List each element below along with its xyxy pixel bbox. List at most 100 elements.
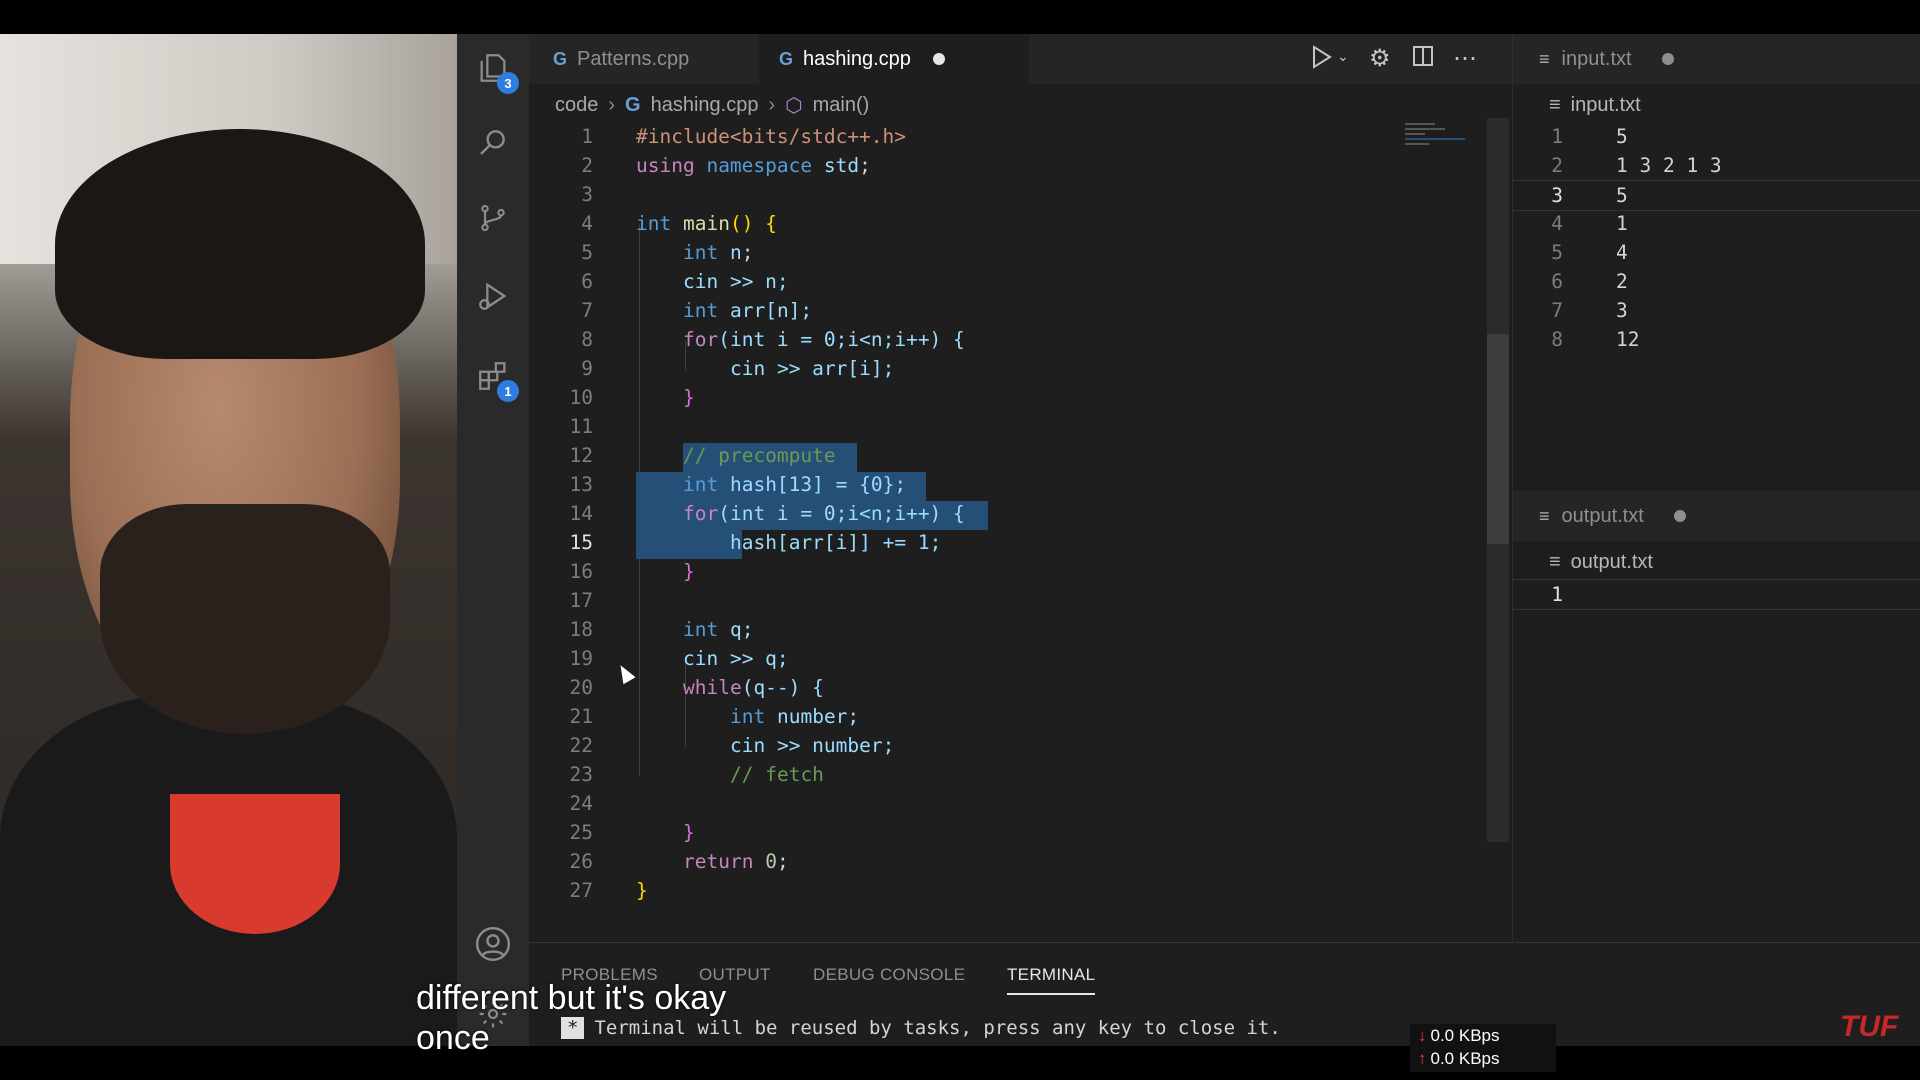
code-line: 25} [529,818,1512,847]
search-icon[interactable] [473,122,513,162]
code-text: for(int i = 0;i<n;i++) { [683,325,965,354]
code-token: (q--) { [741,676,824,699]
code-editor[interactable]: 1 #include<bits/stdc++.h> 2 using namespac… [529,122,1512,962]
run-icon[interactable] [1311,44,1333,77]
line-number: 15 [569,531,593,554]
line-number: 11 [569,415,593,438]
line-number: 25 [569,821,593,844]
line-number: 16 [569,560,593,583]
tab-hashing-cpp[interactable]: G hashing.cpp [759,34,1029,84]
video-caption: different but it's okay once [416,978,726,1058]
line-number: 7 [1551,299,1563,322]
breadcrumb-folder[interactable]: code [555,94,598,117]
code-line: 9 cin >> arr[i]; [529,354,1512,383]
line-number: 1 [1551,125,1563,148]
text-file-icon: ≡ [1549,93,1561,116]
code-token: int [636,212,672,235]
code-token: n [729,241,742,264]
c-plus-plus-icon: G [625,93,641,116]
line-number: 18 [569,618,593,641]
code-text: hash[arr[i]] += 1; [730,531,942,554]
tab-patterns-cpp[interactable]: G Patterns.cpp [553,34,753,84]
account-icon[interactable] [473,924,513,964]
code-text: using namespace std; [636,154,871,177]
line-number: 4 [1551,212,1563,235]
tab-terminal[interactable]: TERMINAL [1007,965,1096,995]
split-editor-icon[interactable] [1411,44,1435,75]
code-line: 27} [529,876,1512,905]
code-line: 1 #include<bits/stdc++.h> [529,122,1512,151]
video-top-band [0,0,1920,34]
code-line: 13 int hash[13] = {0}; [529,470,1512,499]
presenter-hair [55,129,425,359]
tab-input-txt[interactable]: ≡ input.txt [1513,34,1920,84]
code-text: } [683,560,695,583]
caption-line: once [416,1019,490,1057]
source-control-icon[interactable] [473,198,513,238]
breadcrumb-file[interactable]: hashing.cpp [651,94,759,117]
line-number: 6 [581,270,593,293]
code-text: // fetch [730,763,824,786]
line-number: 22 [569,734,593,757]
line-text: 1 3 2 1 3 [1616,154,1722,177]
extensions-icon[interactable]: 1 [473,356,519,402]
code-text: int number; [730,702,859,731]
line-text: 4 [1616,241,1628,264]
code-token: for [683,502,719,525]
chevron-down-icon[interactable]: ⌄ [1337,48,1349,65]
code-text: } [683,821,695,844]
breadcrumb-file[interactable]: output.txt [1571,551,1653,574]
code-line: 23 // fetch [529,760,1512,789]
editor-scrollbar-thumb[interactable] [1487,334,1509,544]
line-number: 8 [1551,328,1563,351]
code-text: int q; [683,615,753,644]
line-number: 6 [1551,270,1563,293]
minimap[interactable] [1405,120,1465,180]
unsaved-dot-icon[interactable] [1673,510,1686,522]
code-line: 10} [529,383,1512,412]
breadcrumb: code › G hashing.cpp › ⬡ main() [555,88,869,122]
tab-debug-console[interactable]: DEBUG CONSOLE [813,965,965,985]
more-actions-icon[interactable]: ⋯ [1453,44,1477,73]
breadcrumb-file[interactable]: input.txt [1571,94,1641,117]
download-speed: 0.0 KBps [1430,1026,1500,1045]
input-line: 8 12 [1513,325,1920,354]
line-number: 2 [581,154,593,177]
line-number: 27 [569,879,593,902]
presenter-shirt [170,794,340,934]
code-line: 19 cin >> q; [529,644,1512,673]
input-line: 41 [1513,209,1920,238]
unsaved-dot-icon[interactable] [932,53,945,65]
cube-symbol-icon: ⬡ [785,94,803,117]
text-file-icon: ≡ [1549,550,1561,573]
output-line[interactable]: 1 [1513,579,1920,610]
code-token: for [683,328,719,351]
tab-label: Patterns.cpp [577,47,690,70]
code-line: 20 while(q--) { [529,673,1512,702]
code-token: int [683,299,719,322]
line-text: 2 [1616,270,1628,293]
tab-output-txt[interactable]: ≡ output.txt [1513,491,1920,541]
code-text: cin >> n; [683,270,789,293]
line-number: 19 [569,647,593,670]
chevron-right-icon: › [768,93,776,116]
line-number: 8 [581,328,593,351]
code-line: 21 int number; [529,702,1512,731]
line-number: 17 [569,589,593,612]
code-line: 14 for(int i = 0;i<n;i++) { [529,499,1512,528]
line-number: 2 [1551,154,1563,177]
run-debug-icon[interactable] [473,276,513,316]
code-text: // precompute [683,444,836,467]
code-token: hash[13] = {0}; [718,473,907,496]
explorer-icon[interactable]: 3 [473,48,519,94]
code-text: int n; [683,241,754,264]
code-token: { [765,212,777,235]
line-number: 24 [569,792,593,815]
breadcrumb-symbol[interactable]: main() [813,94,870,117]
unsaved-dot-icon[interactable] [1661,53,1674,65]
settings-gear-icon[interactable]: ⚙ [1369,44,1391,73]
text-file-icon: ≡ [1539,505,1550,526]
line-text: 3 [1616,299,1628,322]
code-token: int [683,618,719,641]
code-text: for(int i = 0;i<n;i++) { [683,499,965,528]
